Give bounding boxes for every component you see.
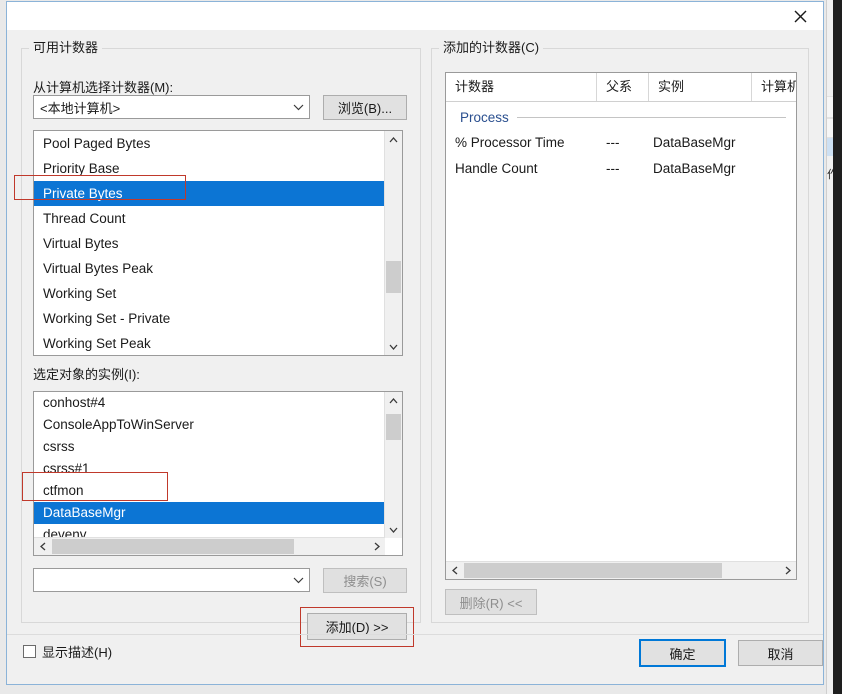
scroll-right-icon[interactable] bbox=[368, 538, 385, 555]
chevron-down-icon bbox=[287, 569, 309, 591]
table-row[interactable]: % Processor Time --- DataBaseMgr bbox=[446, 131, 796, 155]
scroll-down-icon[interactable] bbox=[385, 338, 402, 355]
title-bar bbox=[7, 2, 823, 30]
search-combobox[interactable] bbox=[33, 568, 310, 592]
browse-button[interactable]: 浏览(B)... bbox=[323, 95, 407, 120]
scrollbar-thumb[interactable] bbox=[386, 261, 401, 293]
list-item[interactable]: ctfmon bbox=[34, 480, 385, 502]
scrollbar-thumb[interactable] bbox=[386, 414, 401, 440]
list-item[interactable]: ConsoleAppToWinServer bbox=[34, 414, 385, 436]
column-header-instance[interactable]: 实例 bbox=[649, 73, 752, 101]
add-counters-dialog: 可用计数器 从计算机选择计数器(M): <本地计算机> 浏览(B)... Poo… bbox=[6, 1, 824, 685]
checkbox-icon[interactable] bbox=[23, 645, 36, 658]
close-icon[interactable] bbox=[777, 2, 823, 30]
ok-button[interactable]: 确定 bbox=[640, 640, 725, 666]
cell-parent: --- bbox=[606, 135, 620, 150]
chevron-down-icon bbox=[287, 96, 309, 118]
added-counters-horizontal-scrollbar[interactable] bbox=[446, 561, 796, 579]
scrollbar-thumb[interactable] bbox=[52, 539, 294, 554]
instances-list-vertical-scrollbar[interactable] bbox=[384, 392, 402, 538]
instances-list-items: conhost#4 ConsoleAppToWinServer csrss cs… bbox=[34, 392, 385, 546]
screen: 作 可用计数器 从计算机选择计数器(M): <本地计算机> 浏览(B)... P… bbox=[0, 0, 842, 694]
available-counters-group-legend: 可用计数器 bbox=[29, 41, 103, 55]
select-counters-from-computer-label: 从计算机选择计数器(M): bbox=[33, 80, 174, 95]
scroll-right-icon[interactable] bbox=[779, 562, 796, 579]
cell-counter: % Processor Time bbox=[455, 135, 565, 150]
background-dark-column bbox=[833, 0, 842, 694]
instances-listbox[interactable]: conhost#4 ConsoleAppToWinServer csrss cs… bbox=[33, 391, 403, 556]
cell-parent: --- bbox=[606, 161, 620, 176]
table-row[interactable]: Handle Count --- DataBaseMgr bbox=[446, 157, 796, 181]
cell-instance: DataBaseMgr bbox=[653, 135, 736, 150]
table-group-label: Process bbox=[460, 109, 509, 125]
cell-instance: DataBaseMgr bbox=[653, 161, 736, 176]
column-header-computer[interactable]: 计算机 bbox=[752, 73, 796, 101]
counters-list-vertical-scrollbar[interactable] bbox=[384, 131, 402, 355]
list-item[interactable]: Pool Paged Bytes bbox=[34, 131, 385, 156]
counters-list-items: Pool Paged Bytes Priority Base Private B… bbox=[34, 131, 385, 355]
scroll-down-icon[interactable] bbox=[385, 521, 402, 538]
dialog-client-area: 可用计数器 从计算机选择计数器(M): <本地计算机> 浏览(B)... Poo… bbox=[7, 30, 823, 684]
table-group-row-process[interactable]: Process bbox=[446, 105, 796, 129]
list-item[interactable]: Virtual Bytes Peak bbox=[34, 256, 385, 281]
table-group-divider bbox=[516, 116, 786, 118]
column-header-counter[interactable]: 计数器 bbox=[446, 73, 597, 101]
list-item[interactable]: Virtual Bytes bbox=[34, 231, 385, 256]
remove-button[interactable]: 删除(R) << bbox=[445, 589, 537, 615]
added-counters-group-legend: 添加的计数器(C) bbox=[439, 41, 544, 55]
show-description-checkbox-row[interactable]: 显示描述(H) bbox=[23, 642, 112, 661]
list-item[interactable]: csrss#1 bbox=[34, 458, 385, 480]
list-item-selected[interactable]: Private Bytes bbox=[34, 181, 385, 206]
list-item[interactable]: Working Set - Private bbox=[34, 306, 385, 331]
scroll-up-icon[interactable] bbox=[385, 392, 402, 409]
show-description-label: 显示描述(H) bbox=[42, 645, 113, 660]
computer-select-value: <本地计算机> bbox=[40, 100, 121, 116]
instances-of-selected-object-label: 选定对象的实例(I): bbox=[33, 367, 140, 382]
cancel-button[interactable]: 取消 bbox=[738, 640, 823, 666]
footer-divider bbox=[7, 634, 823, 635]
column-header-parent[interactable]: 父系 bbox=[597, 73, 649, 101]
added-counters-table[interactable]: 计数器 父系 实例 计算机 Process % Processor Time -… bbox=[445, 72, 797, 580]
scrollbar-thumb[interactable] bbox=[464, 563, 722, 578]
list-item[interactable]: Working Set bbox=[34, 281, 385, 306]
list-item-selected[interactable]: DataBaseMgr bbox=[34, 502, 385, 524]
scroll-up-icon[interactable] bbox=[385, 131, 402, 148]
scroll-left-icon[interactable] bbox=[34, 538, 51, 555]
list-item[interactable]: Working Set Peak bbox=[34, 331, 385, 355]
search-button[interactable]: 搜索(S) bbox=[323, 568, 407, 593]
scroll-left-icon[interactable] bbox=[446, 562, 463, 579]
background-window-strip: 作 bbox=[826, 0, 842, 694]
list-item[interactable]: Thread Count bbox=[34, 206, 385, 231]
list-item[interactable]: csrss bbox=[34, 436, 385, 458]
list-item[interactable]: Priority Base bbox=[34, 156, 385, 181]
table-header-row: 计数器 父系 实例 计算机 bbox=[446, 73, 796, 102]
add-button[interactable]: 添加(D) >> bbox=[307, 613, 407, 640]
list-item[interactable]: conhost#4 bbox=[34, 392, 385, 414]
instances-list-horizontal-scrollbar[interactable] bbox=[34, 537, 385, 555]
cell-counter: Handle Count bbox=[455, 161, 538, 176]
computer-select-combobox[interactable]: <本地计算机> bbox=[33, 95, 310, 119]
counters-listbox[interactable]: Pool Paged Bytes Priority Base Private B… bbox=[33, 130, 403, 356]
